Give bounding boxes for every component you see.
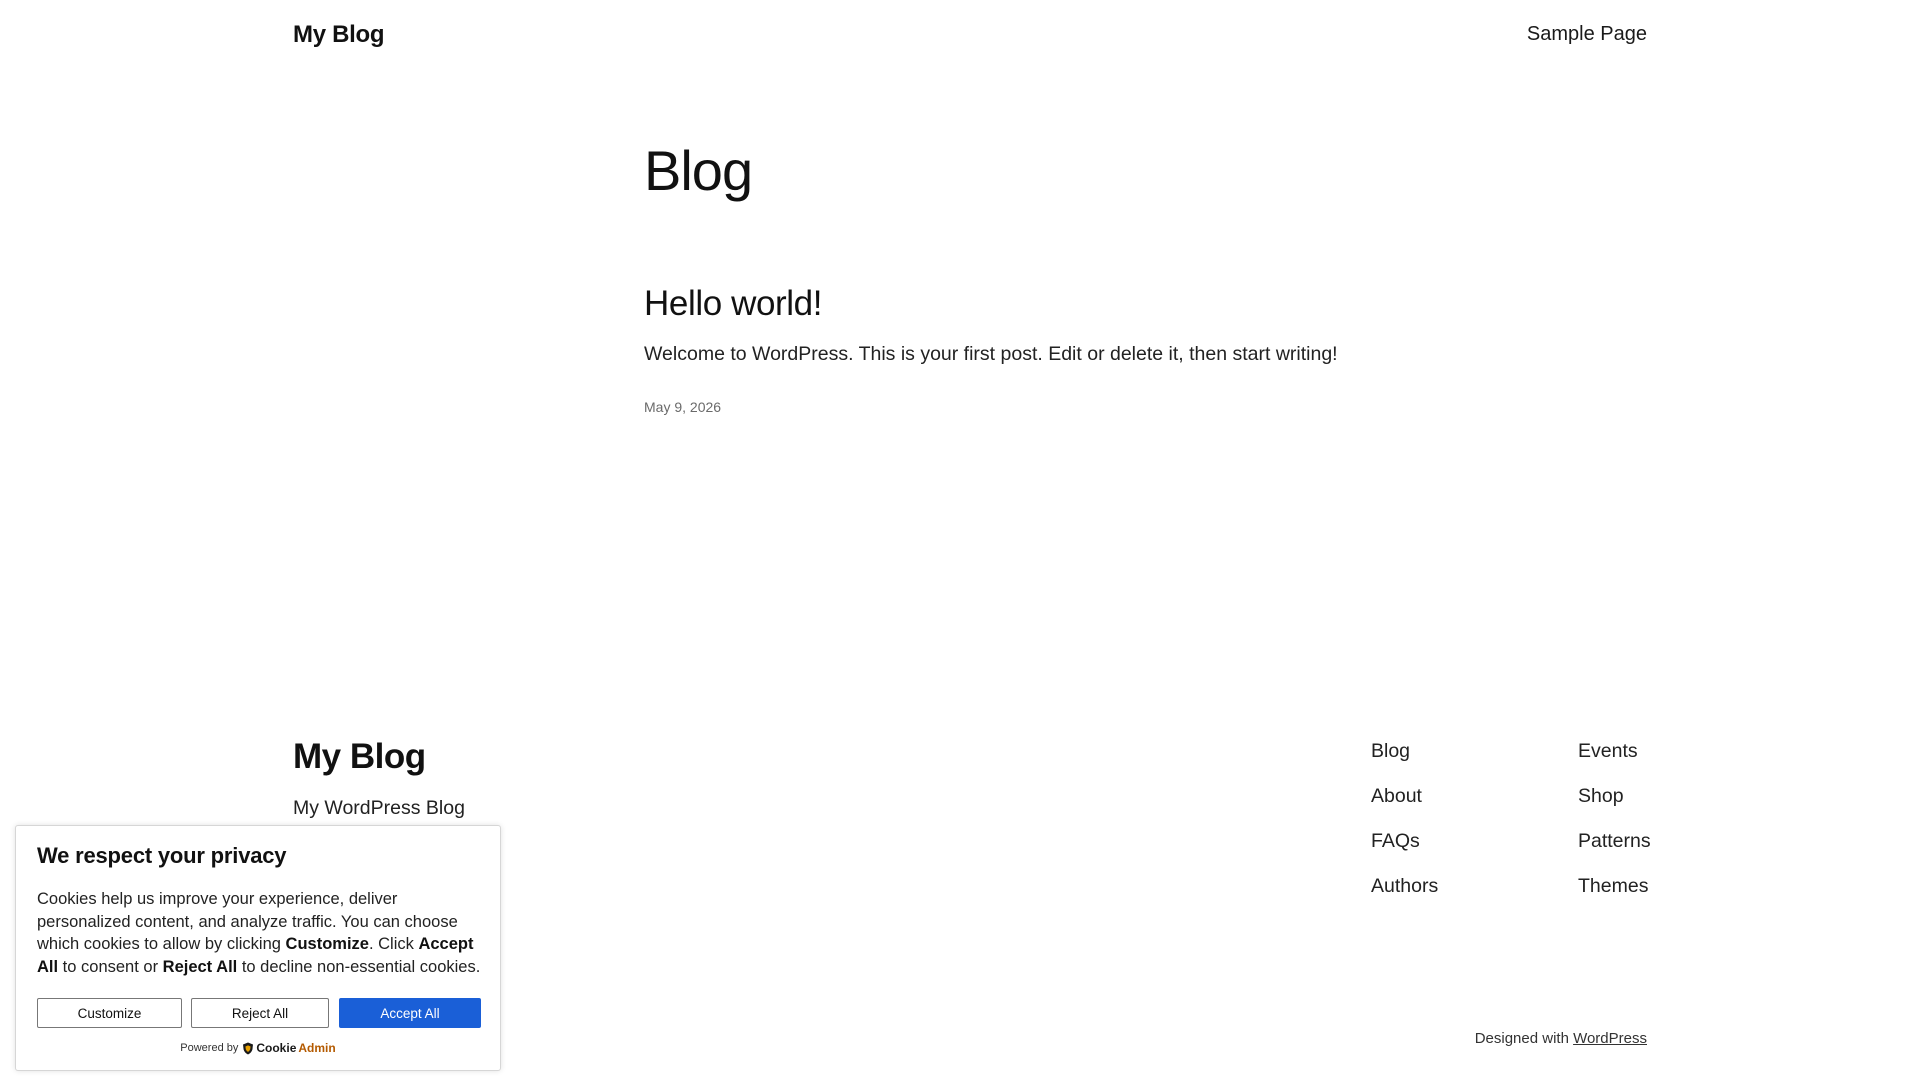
footer-nav-column-1: Blog About FAQs Authors <box>1371 740 1438 920</box>
credits-wordpress-link[interactable]: WordPress <box>1573 1030 1647 1047</box>
site-title-link[interactable]: My Blog <box>293 21 385 49</box>
powered-by: Powered by Cookie Admin <box>16 1041 500 1055</box>
cookie-banner-title: We respect your privacy <box>37 843 287 868</box>
cookie-text-customize: Customize <box>285 935 369 953</box>
post-date[interactable]: May 9, 2026 <box>644 399 721 415</box>
cookie-banner-text: Cookies help us improve your experience,… <box>37 888 487 978</box>
footer-link-patterns[interactable]: Patterns <box>1578 830 1651 875</box>
footer-link-events[interactable]: Events <box>1578 740 1651 785</box>
cookie-reject-all-button[interactable]: Reject All <box>191 998 329 1028</box>
footer-link-faqs[interactable]: FAQs <box>1371 830 1438 875</box>
cookieadmin-brand-part-2: Admin <box>298 1041 336 1055</box>
nav-item-sample-page[interactable]: Sample Page <box>1527 23 1647 45</box>
header-nav: Sample Page <box>1527 23 1647 46</box>
cookieadmin-brand-part-1: Cookie <box>256 1041 297 1055</box>
powered-by-label: Powered by <box>180 1042 239 1054</box>
cookie-text-reject: Reject All <box>162 957 238 976</box>
footer-tagline: My WordPress Blog <box>293 797 465 819</box>
cookie-consent-banner: We respect your privacy Cookies help us … <box>15 825 501 1071</box>
cookie-text-part-4: to decline non-essential cookies. <box>237 957 481 976</box>
cookie-text-part-2: . Click <box>368 935 419 953</box>
shield-icon <box>243 1042 254 1054</box>
post-title-link[interactable]: Hello world! <box>644 284 822 324</box>
post-excerpt: Welcome to WordPress. This is your first… <box>644 343 1338 365</box>
footer-link-about[interactable]: About <box>1371 785 1438 830</box>
credits-text: Designed with <box>1474 1030 1569 1047</box>
cookieadmin-logo[interactable]: Cookie Admin <box>242 1041 336 1055</box>
footer-link-authors[interactable]: Authors <box>1371 875 1438 920</box>
cookie-accept-all-button[interactable]: Accept All <box>339 998 481 1028</box>
page-title: Blog <box>644 139 753 202</box>
cookie-customize-button[interactable]: Customize <box>37 998 182 1028</box>
footer-site-title-link[interactable]: My Blog <box>293 737 426 777</box>
cookie-text-part-3: to consent or <box>58 957 163 976</box>
footer-link-blog[interactable]: Blog <box>1371 740 1438 785</box>
footer-link-shop[interactable]: Shop <box>1578 785 1651 830</box>
footer-link-themes[interactable]: Themes <box>1578 875 1651 920</box>
footer-credits: Designed with WordPress <box>1475 1030 1647 1047</box>
footer-nav-column-2: Events Shop Patterns Themes <box>1578 740 1651 920</box>
